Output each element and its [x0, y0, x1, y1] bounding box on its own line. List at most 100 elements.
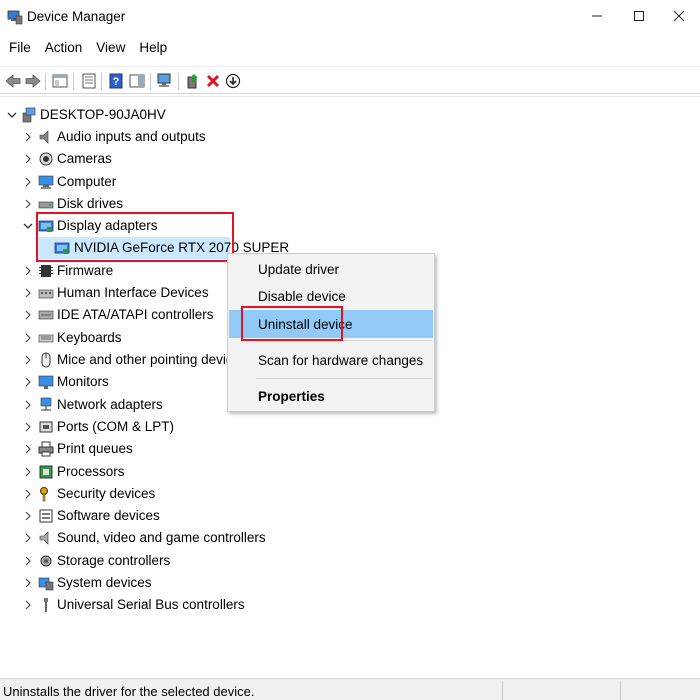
tree-category-row[interactable]: Universal Serial Bus controllers — [0, 594, 300, 616]
toolbar: ? — [0, 66, 700, 94]
menu-action[interactable]: Action — [38, 38, 90, 60]
category-label: Computer — [57, 173, 117, 189]
uninstall-device-button[interactable] — [203, 71, 223, 91]
console-tree-icon — [52, 74, 68, 88]
speaker-icon — [39, 130, 49, 144]
category-label: Universal Serial Bus controllers — [57, 597, 245, 613]
disable-device-button[interactable] — [223, 71, 243, 91]
chevron-right-icon[interactable] — [22, 532, 34, 544]
chevron-right-icon[interactable] — [22, 309, 34, 321]
chevron-right-icon[interactable] — [22, 488, 34, 500]
status-text: Uninstalls the driver for the selected d… — [3, 684, 255, 699]
chevron-down-icon[interactable] — [6, 109, 18, 121]
chevron-right-icon[interactable] — [22, 443, 34, 455]
window-title: Device Manager — [27, 9, 126, 24]
computer-root-icon — [22, 107, 36, 123]
chevron-right-icon[interactable] — [22, 376, 34, 388]
chevron-right-icon[interactable] — [22, 265, 34, 277]
tree-category-row[interactable]: Print queues — [0, 438, 300, 460]
tree-category-row[interactable]: Processors — [0, 461, 300, 483]
category-label: Network adapters — [57, 396, 163, 412]
chevron-right-icon[interactable] — [22, 198, 34, 210]
tree-category-row[interactable]: Storage controllers — [0, 550, 300, 572]
category-label: Disk drives — [57, 195, 124, 211]
menu-item-update-driver[interactable]: Update driver — [229, 255, 433, 283]
svg-text:?: ? — [113, 76, 120, 88]
status-bar: Uninstalls the driver for the selected d… — [0, 678, 700, 700]
menu-bar: File Action View Help — [0, 38, 700, 60]
security-key-icon — [40, 486, 48, 502]
category-label: Print queues — [57, 441, 133, 457]
chevron-right-icon[interactable] — [22, 510, 34, 522]
chevron-right-icon[interactable] — [22, 599, 34, 611]
ide-controller-icon — [38, 311, 54, 320]
chevron-right-icon[interactable] — [22, 131, 34, 143]
chevron-right-icon[interactable] — [22, 577, 34, 589]
menu-view[interactable]: View — [89, 38, 132, 60]
category-label: Audio inputs and outputs — [57, 129, 206, 144]
status-cell — [502, 681, 619, 700]
chevron-right-icon[interactable] — [22, 354, 34, 366]
update-driver-button[interactable] — [183, 71, 203, 91]
tree-category-row[interactable]: System devices — [0, 572, 300, 594]
mouse-icon — [41, 352, 51, 368]
properties-icon — [82, 73, 96, 89]
port-icon — [39, 421, 53, 433]
tree-category-row[interactable]: Sound, video and game controllers — [0, 527, 300, 549]
category-label: Security devices — [57, 485, 156, 501]
disk-drive-icon — [38, 201, 54, 209]
category-label: Sound, video and game controllers — [57, 530, 266, 546]
scan-hardware-button[interactable] — [155, 71, 175, 91]
chevron-right-icon[interactable] — [22, 421, 34, 433]
menu-item-scan-hardware[interactable]: Scan for hardware changes — [229, 346, 433, 374]
chevron-down-icon[interactable] — [22, 220, 34, 232]
action-pane-button[interactable] — [127, 71, 147, 91]
properties-button[interactable] — [79, 71, 99, 91]
chevron-right-icon[interactable] — [22, 466, 34, 478]
keyboard-icon — [38, 334, 54, 342]
annotation-highlight-display-adapters — [36, 212, 234, 262]
category-label: IDE ATA/ATAPI controllers — [57, 307, 214, 323]
tree-category-row[interactable]: Audio inputs and outputs — [0, 126, 300, 148]
forward-button[interactable] — [23, 71, 43, 91]
sound-icon — [39, 531, 49, 546]
menu-help[interactable]: Help — [132, 38, 174, 60]
menu-file[interactable]: File — [2, 38, 38, 60]
menu-separator — [256, 378, 432, 379]
chevron-right-icon[interactable] — [22, 287, 34, 299]
help-icon: ? — [109, 73, 123, 89]
chevron-right-icon[interactable] — [22, 153, 34, 165]
chevron-right-icon[interactable] — [22, 399, 34, 411]
tree-category-row[interactable]: Ports (COM & LPT) — [0, 416, 300, 438]
processor-icon — [39, 465, 53, 478]
root-label: DESKTOP-90JA0HV — [40, 107, 166, 122]
category-label: Firmware — [57, 262, 114, 278]
action-pane-icon — [129, 74, 145, 88]
maximize-icon — [634, 11, 644, 21]
show-hide-console-tree-button[interactable] — [50, 71, 70, 91]
tree-category-row[interactable]: Computer — [0, 171, 300, 193]
category-label: Keyboards — [57, 329, 122, 345]
computer-icon — [38, 175, 54, 189]
chevron-right-icon[interactable] — [22, 332, 34, 344]
storage-controller-icon — [40, 555, 52, 567]
back-button[interactable] — [3, 71, 23, 91]
back-arrow-icon — [5, 74, 21, 88]
close-button[interactable] — [656, 0, 700, 32]
disable-device-icon — [225, 73, 241, 89]
category-label: Mice and other pointing devices — [57, 352, 247, 367]
menu-item-properties[interactable]: Properties — [229, 382, 433, 410]
category-label: Storage controllers — [57, 552, 171, 568]
firmware-icon — [39, 264, 53, 277]
tree-category-row[interactable]: Cameras — [0, 148, 300, 170]
tree-category-row[interactable]: Software devices — [0, 505, 300, 527]
category-label: Human Interface Devices — [57, 285, 209, 301]
help-button[interactable]: ? — [106, 71, 126, 91]
chevron-right-icon[interactable] — [22, 176, 34, 188]
tree-category-row[interactable]: Security devices — [0, 483, 300, 505]
printer-icon — [38, 441, 54, 457]
minimize-button[interactable] — [574, 0, 620, 32]
category-label: Processors — [57, 463, 125, 479]
tree-root[interactable]: DESKTOP-90JA0HV — [0, 104, 300, 126]
chevron-right-icon[interactable] — [22, 555, 34, 567]
